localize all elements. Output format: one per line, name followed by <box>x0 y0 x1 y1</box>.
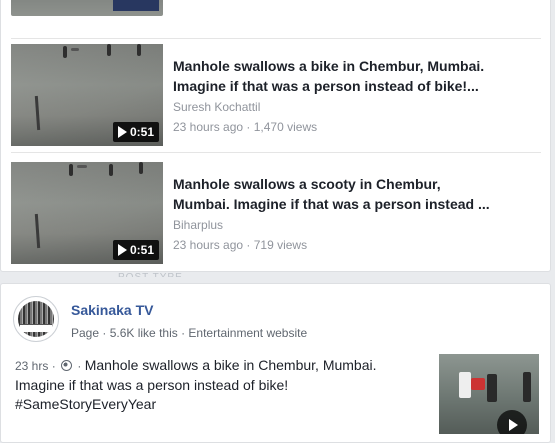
related-videos-card: 0:51 Manhole swallows a bike in Chembur,… <box>0 0 551 272</box>
video-title-link[interactable]: Manhole swallows a bike in Chembur, Mumb… <box>173 56 533 96</box>
page-name-link[interactable]: Sakinaka TV <box>71 302 154 318</box>
page-type: Page <box>71 326 100 340</box>
section-label: POST TYPE <box>118 271 183 277</box>
page-post-card: Sakinaka TV Page · 5.6K like this · Ente… <box>0 283 551 443</box>
video-meta: 23 hours ago · 719 views <box>173 238 308 252</box>
post-video-thumbnail[interactable] <box>439 354 539 434</box>
duration-badge <box>113 0 159 11</box>
duration-badge: 0:51 <box>112 122 159 142</box>
globe-icon <box>61 360 73 371</box>
video-views: 1,470 views <box>253 120 318 134</box>
duration-badge: 0:51 <box>112 240 159 260</box>
divider <box>11 152 541 153</box>
divider <box>11 38 541 39</box>
video-result-item[interactable]: 0:51 Manhole swallows a scooty in Chembu… <box>11 162 541 264</box>
page-meta: Page · 5.6K like this · Entertainment we… <box>71 326 308 340</box>
post-text: 23 hrs · · Manhole swallows a bike in Ch… <box>15 357 377 412</box>
page-category: Entertainment website <box>188 326 308 340</box>
video-thumbnail[interactable] <box>11 0 163 16</box>
avatar[interactable] <box>13 296 59 342</box>
video-title-link[interactable]: Manhole swallows a scooty in Chembur, Mu… <box>173 174 533 214</box>
play-button[interactable] <box>497 410 527 434</box>
play-icon <box>117 244 127 256</box>
video-time: 23 hours ago <box>173 120 244 134</box>
video-time: 23 hours ago <box>173 238 244 252</box>
video-source-link[interactable]: Biharplus <box>173 218 223 232</box>
video-source-link[interactable]: Suresh Kochattil <box>173 100 260 114</box>
video-thumbnail[interactable]: 0:51 <box>11 162 163 264</box>
play-icon <box>117 126 127 138</box>
page-likes: 5.6K like this <box>109 326 178 340</box>
video-views: 719 views <box>253 238 308 252</box>
play-icon <box>509 419 518 431</box>
post-time[interactable]: 23 hrs <box>15 359 48 373</box>
video-thumbnail[interactable]: 0:51 <box>11 44 163 146</box>
video-meta: 23 hours ago · 1,470 views <box>173 120 318 134</box>
video-result-item[interactable]: 0:51 Manhole swallows a bike in Chembur,… <box>11 44 541 146</box>
